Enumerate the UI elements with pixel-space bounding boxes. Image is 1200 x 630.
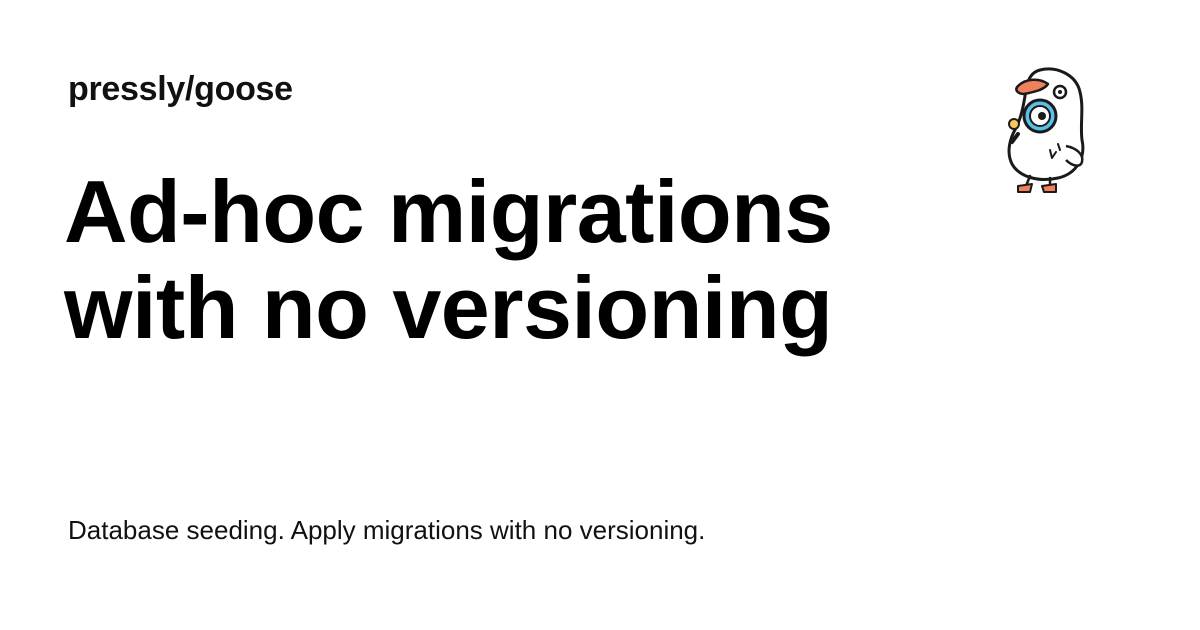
goose-mascot-icon [1007, 67, 1085, 193]
site-name[interactable]: pressly/goose [68, 68, 293, 110]
page-description: Database seeding. Apply migrations with … [68, 515, 706, 545]
social-preview-card: pressly/goose Ad-hoc migrations with no … [0, 0, 1200, 630]
page-title: Ad-hoc migrations with no versioning [64, 162, 833, 357]
